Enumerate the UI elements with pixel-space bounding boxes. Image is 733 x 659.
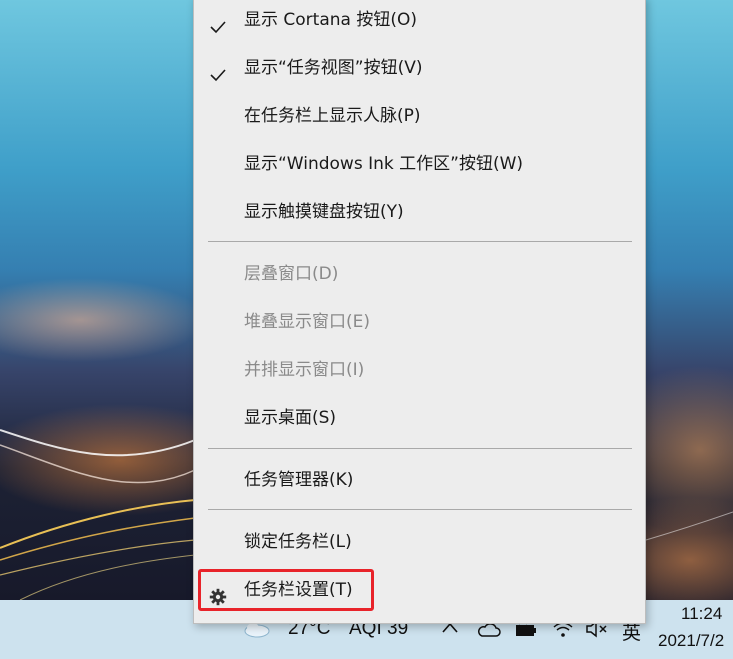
menu-item-label: 层叠窗口(D) <box>244 264 339 284</box>
menu-separator <box>208 241 632 242</box>
menu-item-side-by-side-windows: 并排显示窗口(I) <box>194 350 645 390</box>
menu-item-label: 锁定任务栏(L) <box>244 532 352 552</box>
menu-item-label: 任务管理器(K) <box>244 470 354 490</box>
menu-item-stack-windows: 堆叠显示窗口(E) <box>194 302 645 342</box>
menu-item-label: 显示“任务视图”按钮(V) <box>244 58 423 78</box>
menu-separator <box>208 448 632 449</box>
menu-item-label: 显示触摸键盘按钮(Y) <box>244 202 404 222</box>
onedrive-cloud-icon[interactable] <box>477 622 501 643</box>
menu-item-show-desktop[interactable]: 显示桌面(S) <box>194 398 645 438</box>
menu-item-label: 显示桌面(S) <box>244 408 337 428</box>
check-icon <box>209 59 227 82</box>
clock-time[interactable]: 11:24 <box>681 604 722 624</box>
menu-item-label: 显示“Windows Ink 工作区”按钮(W) <box>244 154 524 174</box>
menu-item-label: 在任务栏上显示人脉(P) <box>244 106 421 126</box>
clock-date[interactable]: 2021/7/2 <box>658 631 724 651</box>
menu-item-label: 显示 Cortana 按钮(O) <box>244 10 417 30</box>
menu-item-task-manager[interactable]: 任务管理器(K) <box>194 460 645 500</box>
menu-separator <box>208 509 632 510</box>
taskbar-context-menu: 显示 Cortana 按钮(O) 显示“任务视图”按钮(V) 在任务栏上显示人脉… <box>193 0 646 624</box>
menu-item-show-touch-keyboard-button[interactable]: 显示触摸键盘按钮(Y) <box>194 192 645 232</box>
menu-item-show-task-view-button[interactable]: 显示“任务视图”按钮(V) <box>194 48 645 88</box>
menu-item-label: 并排显示窗口(I) <box>244 360 365 380</box>
highlight-box <box>198 569 374 611</box>
menu-item-show-windows-ink-button[interactable]: 显示“Windows Ink 工作区”按钮(W) <box>194 144 645 184</box>
menu-item-lock-taskbar[interactable]: 锁定任务栏(L) <box>194 522 645 562</box>
menu-item-show-people[interactable]: 在任务栏上显示人脉(P) <box>194 96 645 136</box>
menu-item-show-cortana-button[interactable]: 显示 Cortana 按钮(O) <box>194 0 645 40</box>
menu-item-label: 堆叠显示窗口(E) <box>244 312 371 332</box>
check-icon <box>209 11 227 34</box>
menu-item-cascade-windows: 层叠窗口(D) <box>194 254 645 294</box>
